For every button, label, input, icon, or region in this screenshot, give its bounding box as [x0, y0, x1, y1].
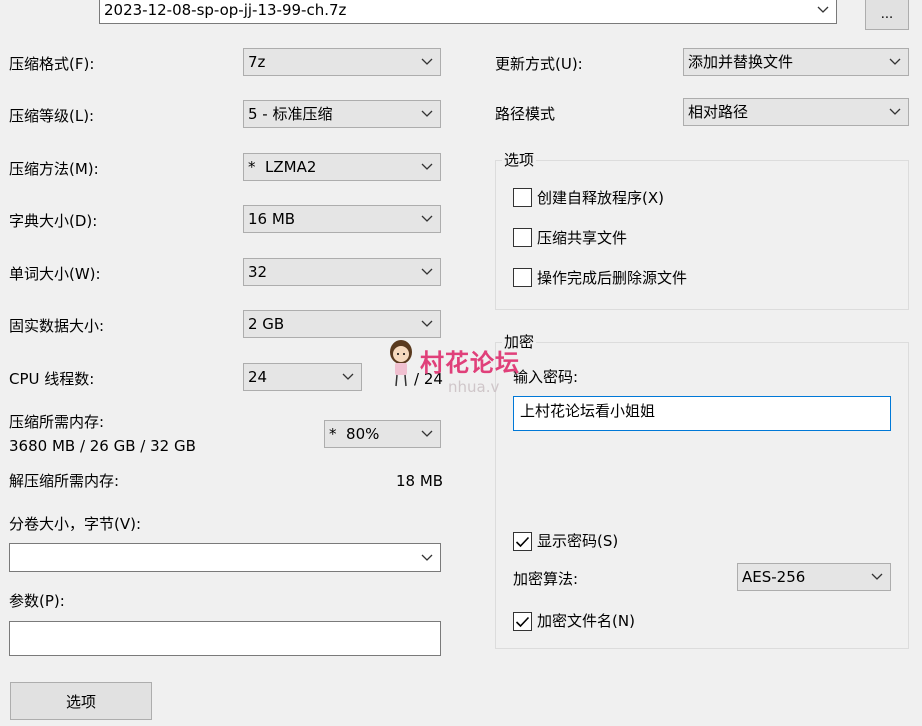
sfx-checkbox[interactable] [513, 188, 532, 207]
cpu-label: CPU 线程数: [9, 370, 95, 388]
word-value: 32 [248, 263, 268, 281]
options-group-title: 选项 [502, 150, 537, 170]
encryption-group [495, 342, 909, 649]
chevron-down-icon [414, 311, 440, 337]
encryption-method-select[interactable]: AES-256 [737, 563, 891, 591]
browse-button[interactable]: ... [865, 0, 909, 30]
encrypt-names-checkbox[interactable] [513, 612, 532, 631]
chevron-down-icon[interactable] [414, 544, 440, 571]
options-button[interactable]: 选项 [10, 682, 152, 720]
encryption-method-label: 加密算法: [513, 570, 579, 588]
word-select[interactable]: 32 [243, 258, 441, 286]
dict-select[interactable]: 16 MB [243, 205, 441, 233]
volume-label: 分卷大小，字节(V): [9, 515, 142, 533]
cpu-select[interactable]: 24 [243, 363, 362, 391]
decompress-memory-value: 18 MB [396, 472, 444, 490]
password-input[interactable]: 上村花论坛看小姐姐 [513, 396, 891, 431]
encrypt-names-label[interactable]: 加密文件名(N) [537, 611, 635, 631]
dict-value: 16 MB [248, 210, 296, 228]
show-password-checkbox[interactable] [513, 532, 532, 551]
solid-label: 固实数据大小: [9, 317, 105, 335]
path-mode-label: 路径模式 [495, 105, 556, 123]
encryption-group-title: 加密 [502, 332, 537, 352]
chevron-down-icon [335, 364, 361, 390]
shared-label[interactable]: 压缩共享文件 [537, 228, 627, 248]
decompress-memory-label: 解压缩所需内存: [9, 472, 120, 490]
cpu-value: 24 [248, 368, 268, 386]
method-label: 压缩方法(M): [9, 160, 99, 178]
format-value: 7z [248, 53, 266, 71]
word-label: 单词大小(W): [9, 265, 101, 283]
format-label: 压缩格式(F): [9, 55, 95, 73]
chevron-down-icon [414, 259, 440, 285]
chevron-down-icon [414, 421, 440, 447]
archive-path-combo[interactable]: 2023-12-08-sp-op-jj-13-99-ch.7z [99, 0, 837, 24]
solid-value: 2 GB [248, 315, 285, 333]
chevron-down-icon [414, 154, 440, 180]
checkmark-icon [515, 536, 530, 547]
method-value: * LZMA2 [248, 158, 317, 176]
format-select[interactable]: 7z [243, 48, 441, 76]
sfx-label[interactable]: 创建自释放程序(X) [537, 188, 664, 208]
memory-percent-select[interactable]: * 80% [324, 420, 441, 448]
chevron-down-icon [414, 49, 440, 75]
params-label: 参数(P): [9, 592, 65, 610]
dict-label: 字典大小(D): [9, 212, 98, 230]
chevron-down-icon [864, 564, 890, 590]
chevron-down-icon [414, 101, 440, 127]
level-value: 5 - 标准压缩 [248, 105, 333, 123]
solid-select[interactable]: 2 GB [243, 310, 441, 338]
memory-label: 压缩所需内存: [9, 413, 105, 431]
method-select[interactable]: * LZMA2 [243, 153, 441, 181]
update-mode-value: 添加并替换文件 [688, 53, 794, 71]
path-mode-select[interactable]: 相对路径 [683, 98, 909, 126]
cpu-total: / 24 [414, 370, 443, 388]
chevron-down-icon[interactable] [810, 0, 836, 23]
shared-checkbox[interactable] [513, 228, 532, 247]
delete-checkbox[interactable] [513, 268, 532, 287]
update-mode-select[interactable]: 添加并替换文件 [683, 48, 909, 76]
path-mode-value: 相对路径 [688, 103, 749, 121]
volume-combo[interactable] [9, 543, 441, 572]
encryption-method-value: AES-256 [742, 568, 806, 586]
chevron-down-icon [882, 99, 908, 125]
delete-label[interactable]: 操作完成后删除源文件 [537, 268, 687, 288]
memory-percent-value: * 80% [329, 425, 380, 443]
params-input[interactable] [9, 621, 441, 656]
password-label: 输入密码: [513, 368, 579, 386]
show-password-label[interactable]: 显示密码(S) [537, 531, 618, 551]
chevron-down-icon [882, 49, 908, 75]
girl-icon [390, 340, 412, 387]
watermark-subtext: nhua.v [448, 378, 500, 396]
level-select[interactable]: 5 - 标准压缩 [243, 100, 441, 128]
checkmark-icon [515, 616, 530, 627]
chevron-down-icon [414, 206, 440, 232]
level-label: 压缩等级(L): [9, 107, 95, 125]
options-button-label: 选项 [65, 692, 96, 711]
memory-value: 3680 MB / 26 GB / 32 GB [9, 437, 196, 455]
browse-label: ... [880, 6, 894, 22]
archive-path-value: 2023-12-08-sp-op-jj-13-99-ch.7z [104, 1, 347, 19]
update-mode-label: 更新方式(U): [495, 55, 583, 73]
